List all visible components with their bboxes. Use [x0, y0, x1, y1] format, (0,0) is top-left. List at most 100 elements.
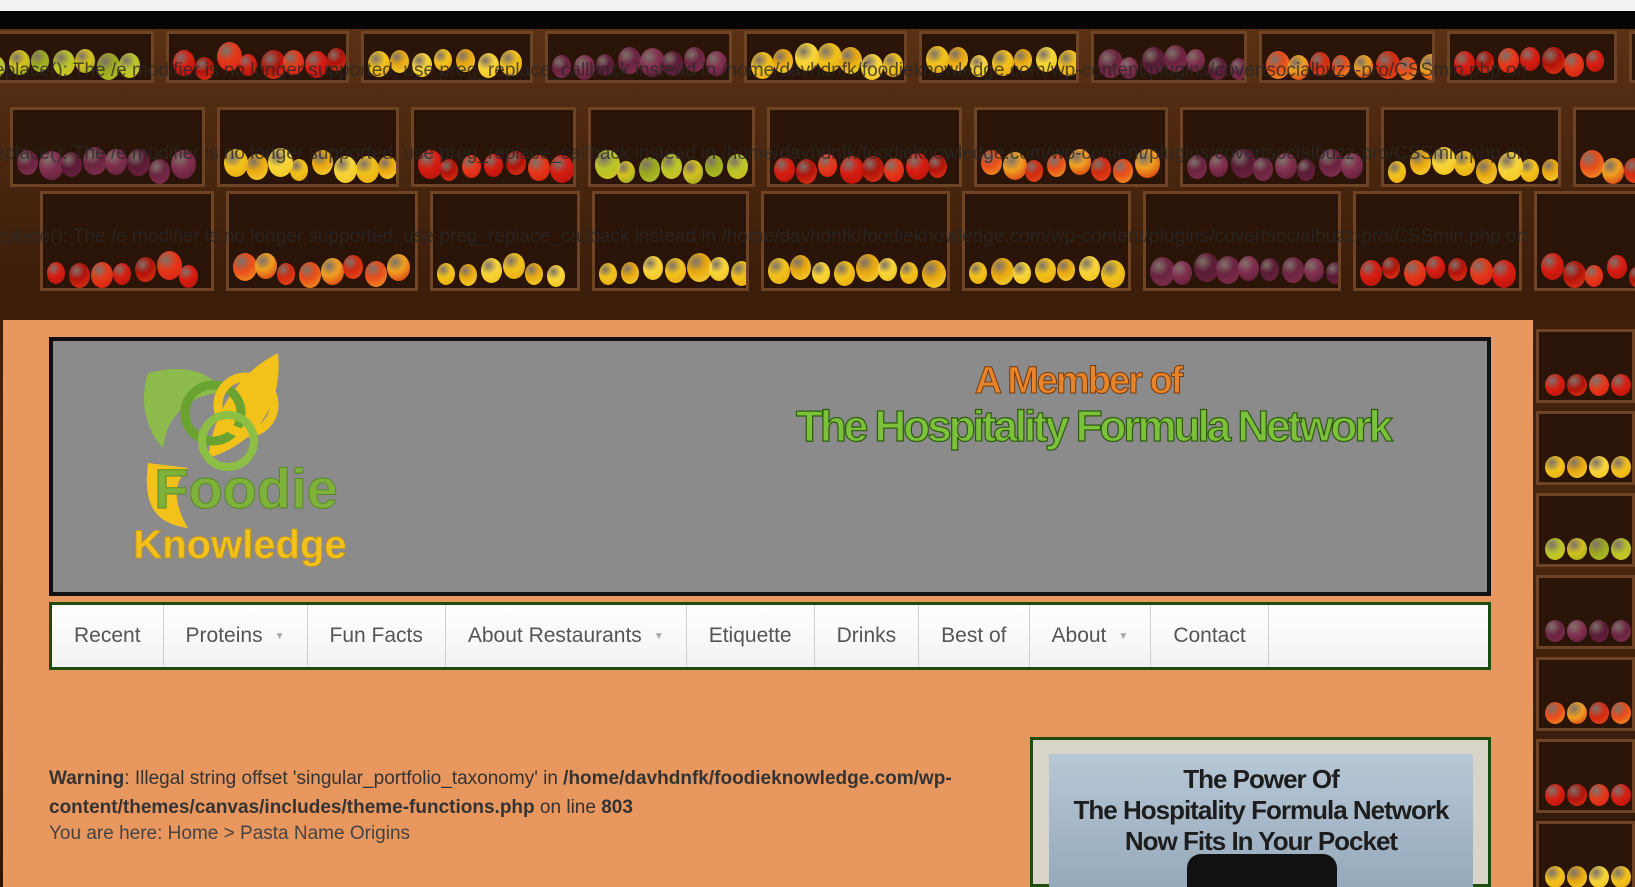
- nav-item-label: Drinks: [836, 624, 897, 647]
- fruit: [1567, 374, 1587, 396]
- fruit: [481, 258, 502, 283]
- fruit: [387, 254, 410, 281]
- nav-item-etiquette[interactable]: Etiquette: [687, 605, 815, 667]
- breadcrumb-home-link[interactable]: Home: [168, 823, 219, 844]
- fruit: [503, 253, 525, 279]
- fruit: [113, 263, 131, 285]
- fruit: [459, 264, 477, 286]
- fruit: [1580, 150, 1604, 178]
- fruit: [1260, 258, 1279, 281]
- nav-item-recent[interactable]: Recent: [52, 605, 164, 667]
- ad-line3: Now Fits In Your Pocket: [1124, 826, 1398, 856]
- nav-item-fun-facts[interactable]: Fun Facts: [308, 605, 446, 667]
- fruit: [991, 258, 1014, 285]
- nav-item-proteins[interactable]: Proteins ▼: [164, 605, 308, 667]
- fruit: [1426, 256, 1445, 279]
- nav-item-label: Best of: [941, 624, 1007, 647]
- fruit: [1545, 374, 1565, 396]
- warning-text-line: on line: [534, 797, 602, 818]
- nav-item-label: Contact: [1173, 624, 1246, 647]
- fruit: [299, 262, 321, 288]
- fruit: [1611, 538, 1631, 560]
- nav-item-label: About: [1051, 624, 1107, 647]
- phone-image: [1187, 854, 1337, 887]
- fruit: [1602, 158, 1624, 184]
- foodie-knowledge-logo[interactable]: Foodie Knowledge: [128, 353, 358, 578]
- sidebar-ad-banner[interactable]: The Power Of The Hospitality Formula Net…: [1049, 754, 1473, 887]
- fruit: [1542, 47, 1565, 74]
- logo-text-knowledge: Knowledge: [133, 523, 346, 567]
- warning-line-number: 803: [601, 797, 633, 818]
- nav-item-best-of[interactable]: Best of: [919, 605, 1030, 667]
- chevron-down-icon: ▼: [1118, 630, 1129, 642]
- black-strip: [0, 11, 1635, 29]
- nav-item-about-restaurants[interactable]: About Restaurants ▼: [446, 605, 687, 667]
- produce-crate: [1536, 739, 1635, 813]
- fruit: [1589, 702, 1609, 724]
- produce-crate: [1536, 657, 1635, 731]
- nav-item-contact[interactable]: Contact: [1151, 605, 1269, 667]
- ad-line2: The Hospitality Formula Network: [1073, 795, 1450, 825]
- php-warning-message: Warning: Illegal string offset 'singular…: [49, 764, 1009, 822]
- fruit: [277, 263, 295, 285]
- nav-item-label: Etiquette: [708, 624, 792, 647]
- fruit: [1567, 866, 1587, 887]
- fruit: [1238, 256, 1259, 281]
- logo-text-foodie: Foodie: [154, 457, 338, 520]
- fruit: [1492, 260, 1516, 288]
- fruit: [233, 253, 257, 281]
- fruit: [1013, 262, 1031, 284]
- breadcrumb-prefix: You are here:: [49, 823, 168, 844]
- fruit: [1079, 256, 1100, 281]
- php-warning-line: eplace(): The /e modifier is no longer s…: [0, 226, 1528, 247]
- fruit: [1567, 784, 1587, 806]
- nav-item-label: About Restaurants: [467, 624, 642, 647]
- nav-item-label: Fun Facts: [329, 624, 423, 647]
- produce-crate: [1536, 821, 1635, 887]
- fruit: [1611, 620, 1631, 642]
- fruit: [1470, 258, 1493, 285]
- produce-crate: [1536, 493, 1635, 567]
- fruit: [643, 256, 663, 280]
- warning-label: Warning: [49, 768, 125, 789]
- fruit: [1585, 265, 1603, 287]
- chevron-down-icon: ▼: [653, 630, 664, 642]
- fruit: [1629, 266, 1635, 288]
- fruit: [1404, 260, 1426, 286]
- produce-crate: [1573, 107, 1635, 187]
- fruit: [69, 263, 90, 288]
- fruit: [1589, 374, 1609, 396]
- nav-item-about[interactable]: About ▼: [1030, 605, 1152, 667]
- fruit: [1542, 159, 1558, 181]
- fruit: [812, 262, 830, 284]
- fruit: [1611, 702, 1631, 724]
- fruit: [1545, 866, 1565, 887]
- fruit: [1545, 784, 1565, 806]
- nav-item-drinks[interactable]: Drinks: [815, 605, 920, 667]
- fruit: [1326, 262, 1338, 284]
- chevron-down-icon: ▼: [274, 630, 285, 642]
- fruit: [547, 265, 565, 287]
- fruit: [1589, 784, 1609, 806]
- fruit: [1607, 255, 1627, 279]
- fruit: [665, 258, 686, 283]
- fruit: [1563, 261, 1586, 288]
- page-wrapper: Foodie Knowledge A Member of The Hospita…: [3, 320, 1533, 887]
- fruit: [1567, 538, 1587, 560]
- fruit: [1567, 456, 1587, 478]
- member-banner[interactable]: A Member of The Hospitality Formula Netw…: [753, 351, 1433, 461]
- fruit: [1611, 456, 1631, 478]
- php-warning-line: eplace(): The /e modifier is no longer s…: [0, 143, 1528, 164]
- ad-line1: The Power Of: [1183, 764, 1340, 794]
- fruit: [621, 262, 639, 284]
- fruit: [1057, 259, 1075, 281]
- site-header: Foodie Knowledge A Member of The Hospita…: [49, 337, 1491, 596]
- produce-crate: [1536, 411, 1635, 485]
- fruit: [1545, 702, 1565, 724]
- fruit: [47, 262, 65, 284]
- fruit: [437, 263, 455, 285]
- fruit: [856, 254, 880, 282]
- fruit: [91, 262, 113, 288]
- fruit: [321, 258, 344, 285]
- fruit: [768, 258, 790, 284]
